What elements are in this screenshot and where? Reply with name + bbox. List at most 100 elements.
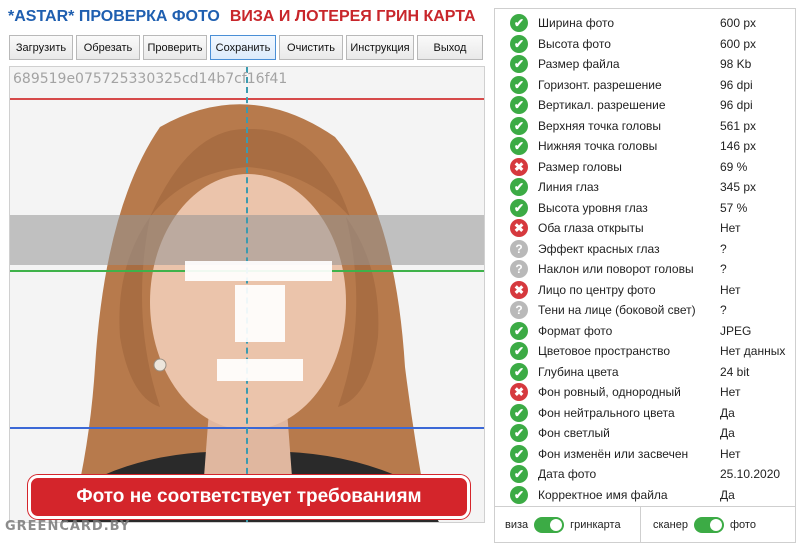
check-label: Оба глаза открыты (538, 221, 644, 236)
check-pass-icon: ✔ (510, 96, 528, 115)
greencard-toggle[interactable] (534, 516, 565, 533)
visa-greencard-switch: виза гринкарта (495, 507, 641, 542)
check-pass-icon: ✔ (510, 485, 528, 504)
load-button[interactable]: Загрузить (9, 35, 73, 60)
check-label: Размер файла (538, 57, 620, 72)
check-label: Вертикал. разрешение (538, 98, 666, 113)
scanner-label: сканер (653, 518, 688, 531)
check-button[interactable]: Проверить (143, 35, 207, 60)
check-pass-icon: ✔ (510, 362, 528, 381)
check-row: ? Тени на лице (боковой свет)? (495, 300, 795, 321)
check-fail-icon: ✖ (510, 157, 528, 176)
check-row: ✔ Линия глаз 345 px (495, 177, 795, 198)
check-label: Глубина цвета (538, 364, 619, 379)
check-row: ✔ Вертикал. разрешение 96 dpi (495, 95, 795, 116)
check-label: Цветовое пространство (538, 344, 671, 359)
check-value: 561 px (720, 118, 757, 133)
check-pass-icon: ✔ (510, 55, 528, 74)
toggle-knob (709, 518, 722, 531)
check-label: Тени на лице (боковой свет) (538, 303, 696, 318)
check-value: Нет (720, 282, 741, 297)
check-label: Высота фото (538, 36, 611, 51)
check-label: Горизонт. разрешение (538, 77, 662, 92)
photo-toggle[interactable] (693, 516, 724, 533)
check-value: JPEG (720, 323, 752, 338)
check-value: 96 dpi (720, 98, 753, 113)
exit-button[interactable]: Выход (417, 35, 483, 60)
app-title: *ASTAR* ПРОВЕРКА ФОТО (8, 8, 220, 25)
check-value: 25.10.2020 (720, 467, 781, 482)
check-value: Да (720, 487, 735, 502)
check-pass-icon: ✔ (510, 444, 528, 463)
mouth-detect-box (217, 359, 303, 381)
photo-preview: 689519e075725330325cd14b7cf16f41 Фото не… (9, 66, 485, 523)
check-fail-icon: ✖ (510, 219, 528, 238)
verdict-banner: Фото не соответствует требованиям (28, 475, 470, 519)
check-value: 57 % (720, 200, 748, 215)
check-label: Верхняя точка головы (538, 118, 662, 133)
check-label: Дата фото (538, 467, 597, 482)
clear-button[interactable]: Очистить (279, 35, 343, 60)
check-row: ✔ Ширина фото 600 px (495, 13, 795, 34)
check-value: Нет (720, 446, 741, 461)
check-value: 146 px (720, 139, 757, 154)
toolbar: Загрузить Обрезать Проверить Сохранить О… (9, 35, 483, 60)
check-row: ✔ Высота фото 600 px (495, 34, 795, 55)
check-pass-icon: ✔ (510, 342, 528, 361)
check-unknown-icon: ? (510, 239, 528, 258)
save-button[interactable]: Сохранить (210, 35, 276, 60)
check-row: ✔ Дата фото 25.10.2020 (495, 464, 795, 485)
check-pass-icon: ✔ (510, 424, 528, 443)
check-value: 600 px (720, 36, 757, 51)
check-label: Нижняя точка головы (538, 139, 658, 154)
check-label: Фон изменён или засвечен (538, 446, 689, 461)
check-label: Формат фото (538, 323, 613, 338)
check-pass-icon: ✔ (510, 403, 528, 422)
check-value: Нет (720, 221, 741, 236)
scanner-photo-switch: сканер фото (641, 507, 756, 542)
check-pass-icon: ✔ (510, 465, 528, 484)
crop-button[interactable]: Обрезать (76, 35, 140, 60)
check-value: Да (720, 426, 735, 441)
check-value: 345 px (720, 180, 757, 195)
toggle-knob (550, 518, 563, 531)
photo-label: фото (729, 518, 756, 531)
check-row: ✔ Нижняя точка головы 146 px (495, 136, 795, 157)
nose-detect-box (235, 285, 285, 342)
check-value: 69 % (720, 159, 748, 174)
check-pass-icon: ✔ (510, 75, 528, 94)
check-row: ? Эффект красных глаз? (495, 239, 795, 260)
check-row: ✖ Размер головы 69 % (495, 157, 795, 178)
check-row: ✔ Высота уровня глаз 57 % (495, 198, 795, 219)
check-label: Эффект красных глаз (538, 241, 660, 256)
check-row: ✔ Корректное имя файла Да (495, 485, 795, 506)
check-pass-icon: ✔ (510, 321, 528, 340)
check-value: 96 dpi (720, 77, 753, 92)
check-unknown-icon: ? (510, 260, 528, 279)
check-row: ✔ Фон изменён или засвечен Нет (495, 444, 795, 465)
check-pass-icon: ✔ (510, 178, 528, 197)
check-label: Ширина фото (538, 16, 615, 31)
check-label: Размер головы (538, 159, 622, 174)
check-row: ? Наклон или поворот головы? (495, 259, 795, 280)
check-row: ✔ Цветовое пространство Нет данных (495, 341, 795, 362)
app-window: *ASTAR* ПРОВЕРКА ФОТО ВИЗА И ЛОТЕРЕЯ ГРИН… (0, 0, 800, 550)
eye-detect-box (185, 261, 332, 281)
check-value: 600 px (720, 16, 757, 31)
check-row: ✔ Глубина цвета 24 bit (495, 362, 795, 383)
check-label: Линия глаз (538, 180, 599, 195)
check-pass-icon: ✔ (510, 34, 528, 53)
check-row: ✔ Верхняя точка головы 561 px (495, 116, 795, 137)
check-value: ? (720, 262, 727, 277)
check-label: Фон светлый (538, 426, 610, 441)
results-panel: ✔ Ширина фото 600 px ✔ Высота фото 600 px ✔ Раз… (494, 8, 796, 543)
check-row: ✖ Лицо по центру фото Нет (495, 280, 795, 301)
check-pass-icon: ✔ (510, 14, 528, 33)
check-row: ✔ Горизонт. разрешение 96 dpi (495, 75, 795, 96)
photo-hash: 689519e075725330325cd14b7cf16f41 (13, 71, 288, 87)
check-fail-icon: ✖ (510, 383, 528, 402)
instructions-button[interactable]: Инструкция (346, 35, 414, 60)
check-value: Нет (720, 385, 741, 400)
greencard-label: гринкарта (570, 518, 621, 531)
checks-list: ✔ Ширина фото 600 px ✔ Высота фото 600 px ✔ Раз… (495, 13, 795, 505)
